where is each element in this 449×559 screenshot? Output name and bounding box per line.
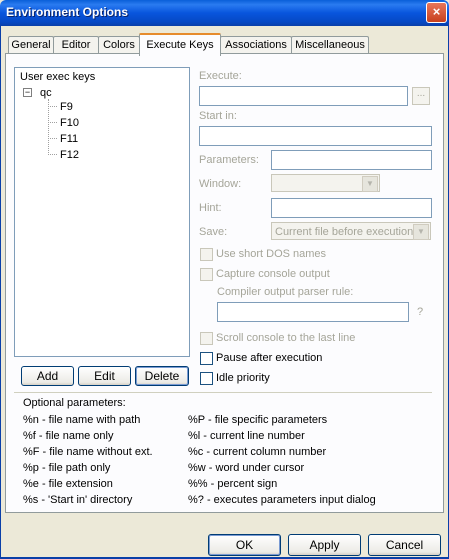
tree-item-f9[interactable]: F9 (60, 101, 73, 113)
close-button[interactable]: × (426, 2, 447, 23)
param-item: %n - file name with path (23, 414, 141, 426)
execute-field[interactable] (199, 86, 408, 106)
cancel-button[interactable]: Cancel (368, 534, 441, 556)
scroll-checkbox[interactable] (200, 332, 213, 345)
window-label: Window: (199, 178, 242, 190)
tree-item-f12[interactable]: F12 (60, 149, 79, 161)
parameters-label: Parameters: (199, 154, 259, 166)
parameters-field[interactable] (271, 150, 432, 170)
tree-connector (48, 138, 57, 139)
tree-connector (48, 122, 57, 123)
browse-button[interactable]: ... (412, 87, 430, 105)
execute-label: Execute: (199, 70, 242, 82)
exec-keys-tree[interactable]: User exec keys − qc F9 F10 F11 F12 (14, 67, 190, 357)
pause-checkbox[interactable] (200, 352, 213, 365)
window-title: Environment Options (6, 5, 129, 19)
panel-content: User exec keys − qc F9 F10 F11 F12 Add E… (0, 26, 449, 559)
tree-item-f11[interactable]: F11 (60, 133, 78, 145)
param-item: %? - executes parameters input dialog (188, 494, 376, 506)
short-dos-label: Use short DOS names (216, 248, 327, 260)
tree-connector (48, 99, 49, 155)
save-select-value: Current file before execution (275, 226, 414, 238)
chevron-down-icon: ▼ (413, 224, 429, 240)
idle-label: Idle priority (216, 372, 270, 384)
param-item: %l - current line number (188, 430, 305, 442)
ok-button[interactable]: OK (208, 534, 281, 556)
save-label: Save: (199, 226, 228, 238)
idle-checkbox[interactable] (200, 372, 213, 385)
help-icon[interactable]: ? (417, 306, 423, 318)
capture-label: Capture console output (216, 268, 330, 280)
optional-params-title: Optional parameters: (23, 397, 126, 409)
chevron-down-icon: ▼ (362, 176, 378, 192)
add-button[interactable]: Add (21, 366, 74, 386)
param-item: %e - file extension (23, 478, 113, 490)
compiler-rule-field[interactable] (217, 302, 409, 322)
param-item: %f - file name only (23, 430, 114, 442)
title-bar: Environment Options × (0, 0, 449, 26)
edit-button[interactable]: Edit (78, 366, 131, 386)
apply-button[interactable]: Apply (288, 534, 361, 556)
collapse-icon[interactable]: − (23, 88, 32, 97)
delete-button[interactable]: Delete (135, 366, 189, 386)
start-in-label: Start in: (199, 110, 237, 122)
tree-item-f10[interactable]: F10 (60, 117, 79, 129)
param-item: %% - percent sign (188, 478, 278, 490)
save-select[interactable]: Current file before execution ▼ (271, 222, 431, 240)
short-dos-checkbox[interactable] (200, 248, 213, 261)
capture-checkbox[interactable] (200, 268, 213, 281)
param-item: %F - file name without ext. (23, 446, 153, 458)
param-item: %w - word under cursor (188, 462, 305, 474)
hint-label: Hint: (199, 202, 222, 214)
tree-connector (48, 106, 57, 107)
pause-label: Pause after execution (216, 352, 323, 364)
tree-connector (48, 154, 57, 155)
tree-header: User exec keys (20, 71, 96, 83)
param-item: %c - current column number (188, 446, 327, 458)
tree-item-qc[interactable]: qc (40, 87, 52, 99)
window-select[interactable]: ▼ (271, 174, 380, 192)
scroll-label: Scroll console to the last line (216, 332, 356, 344)
start-in-field[interactable] (199, 126, 432, 146)
param-item: %P - file specific parameters (188, 414, 328, 426)
divider (14, 392, 432, 393)
param-item: %p - file path only (23, 462, 111, 474)
compiler-rule-label: Compiler output parser rule: (217, 286, 354, 298)
hint-field[interactable] (271, 198, 432, 218)
param-item: %s - 'Start in' directory (23, 494, 133, 506)
